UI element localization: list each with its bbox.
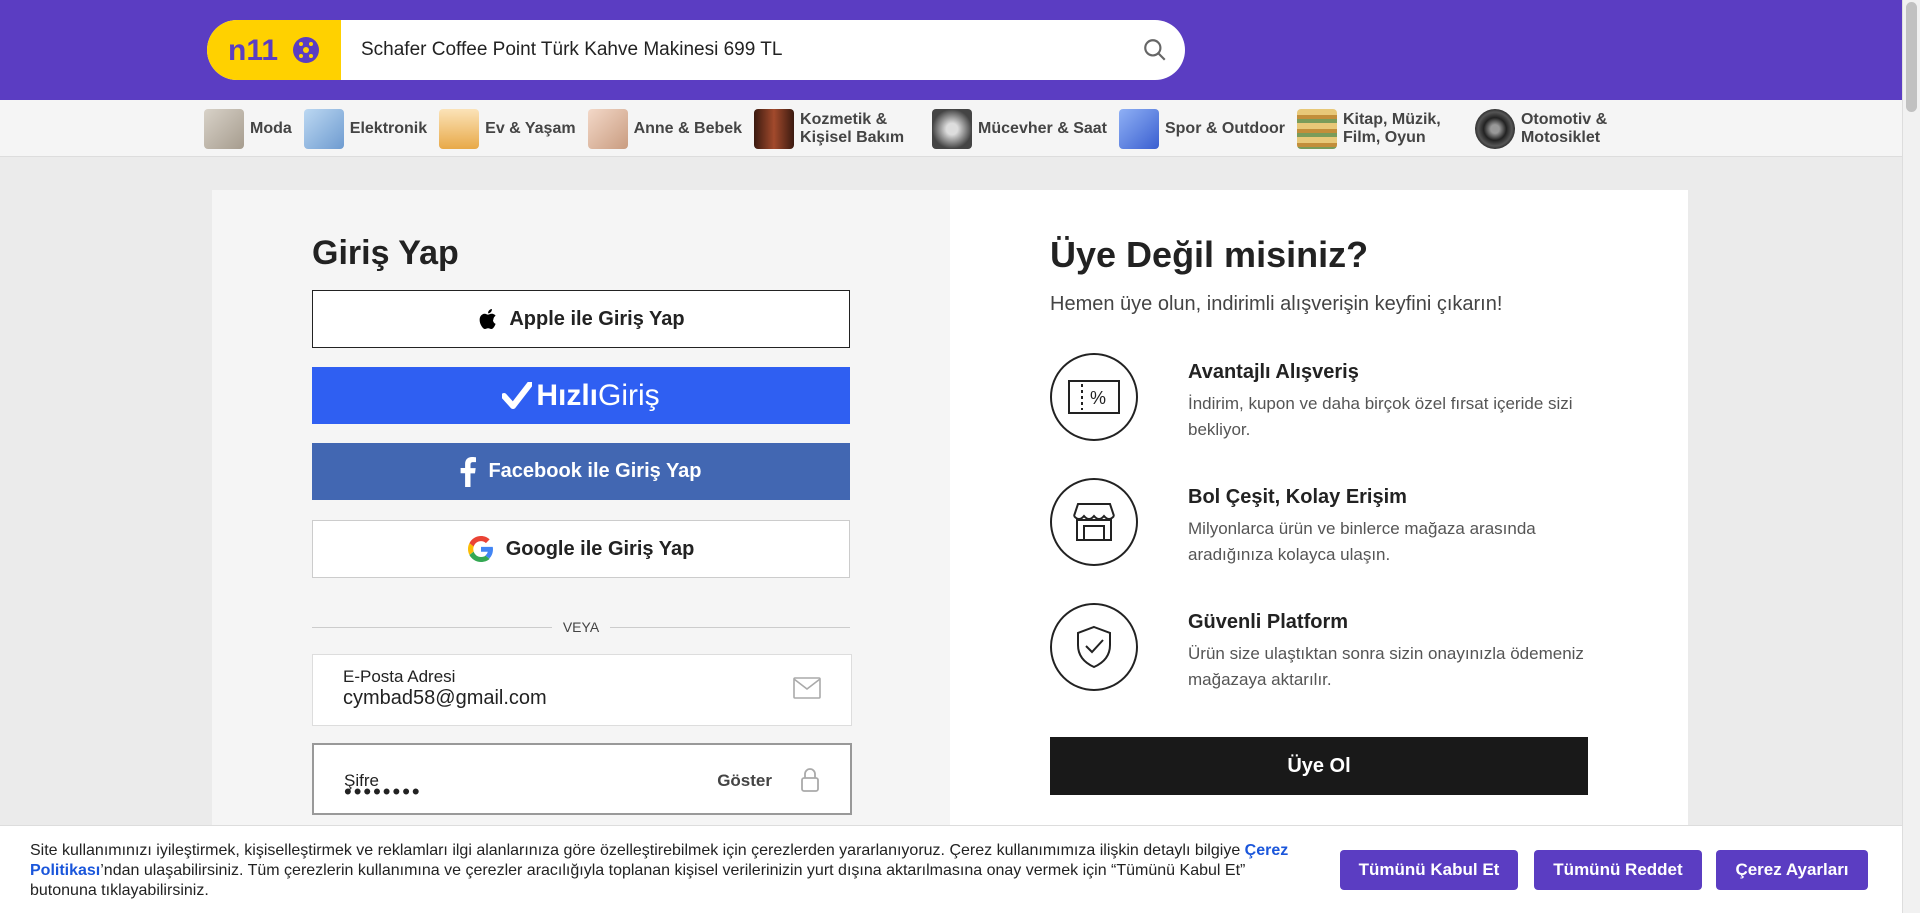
scrollbar-thumb[interactable]: [1906, 2, 1917, 112]
apple-login-button[interactable]: Apple ile Giriş Yap: [312, 290, 850, 348]
lock-icon: [800, 767, 820, 798]
benefit-description: İndirim, kupon ve daha birçok özel fırsa…: [1188, 394, 1573, 439]
page-scrollbar[interactable]: [1902, 0, 1920, 913]
benefit-item: Güvenli Platform Ürün size ulaştıktan so…: [1050, 603, 1610, 693]
or-divider: VEYA: [312, 617, 850, 637]
svg-text:%: %: [1090, 388, 1106, 408]
divider-line-right: [610, 627, 850, 628]
register-panel: Üye Değil misiniz? Hemen üye olun, indir…: [950, 190, 1688, 913]
benefit-title: Bol Çeşit, Kolay Erişim: [1188, 486, 1407, 508]
login-title: Giriş Yap: [312, 234, 459, 272]
apple-login-label: Apple ile Giriş Yap: [509, 307, 685, 330]
benefit-item: Bol Çeşit, Kolay Erişim Milyonlarca ürün…: [1050, 478, 1610, 568]
category-label: Elektronik: [349, 119, 428, 137]
category-item-moda[interactable]: Moda: [204, 108, 292, 149]
category-item-spor-outdoor[interactable]: Spor & Outdoor: [1118, 108, 1285, 149]
discount-ticket-icon: %: [1050, 353, 1138, 441]
n11-logo[interactable]: n11: [207, 20, 341, 80]
category-label: Anne & Bebek: [633, 119, 743, 137]
category-item-otomotiv[interactable]: Otomotiv & Motosiklet: [1474, 108, 1641, 149]
checkmark-icon: [502, 381, 533, 410]
category-label: Ev & Yaşam: [485, 119, 576, 137]
category-item-elektronik[interactable]: Elektronik: [303, 108, 428, 149]
apple-icon: [477, 307, 497, 331]
category-thumb-moda: [204, 108, 244, 149]
category-nav: Moda Elektronik Ev & Yaşam Anne & Bebek …: [0, 100, 1902, 157]
n11-logo-icon: n11: [228, 34, 319, 67]
category-item-kitap-muzik[interactable]: Kitap, Müzik, Film, Oyun: [1296, 108, 1463, 149]
facebook-icon: [460, 456, 477, 487]
category-thumb-mucevher-saat: [932, 108, 973, 149]
site-header: n11: [0, 0, 1920, 100]
password-field: Şifre •••••••• Göster: [312, 743, 852, 815]
google-login-label: Google ile Giriş Yap: [505, 537, 695, 560]
benefit-title: Güvenli Platform: [1188, 611, 1349, 633]
category-thumb-elektronik: [303, 108, 344, 149]
category-thumb-anne-bebek: [587, 108, 628, 149]
email-label: E-Posta Adresi: [343, 667, 456, 686]
benefit-description: Milyonlarca ürün ve binlerce mağaza aras…: [1188, 519, 1536, 564]
store-icon: [1050, 478, 1138, 566]
category-label: Spor & Outdoor: [1164, 119, 1285, 137]
facebook-login-label: Facebook ile Giriş Yap: [488, 460, 702, 482]
google-icon: [467, 536, 494, 562]
category-label: Moda: [250, 119, 292, 137]
search-input[interactable]: [341, 20, 1125, 80]
cookie-consent-bar: Site kullanımınızı iyileştirmek, kişisel…: [0, 825, 1902, 913]
cookie-text-after: ’ndan ulaşabilirsiniz. Tüm çerezlerin ku…: [30, 862, 1246, 899]
show-password-button[interactable]: Göster: [717, 771, 772, 791]
category-label: Mücevher & Saat: [978, 119, 1107, 137]
cookie-settings-button[interactable]: Çerez Ayarları: [1716, 850, 1868, 890]
hizli-giris-bold: Hızlı: [536, 378, 598, 412]
category-label: Kitap, Müzik, Film, Oyun: [1342, 110, 1441, 146]
search-bar: n11: [207, 20, 1185, 80]
email-input[interactable]: [343, 687, 743, 710]
password-input[interactable]: ••••••••: [344, 779, 744, 805]
accept-all-cookies-button[interactable]: Tümünü Kabul Et: [1340, 850, 1518, 890]
benefit-description: Ürün size ulaştıktan sonra sizin onayını…: [1188, 644, 1584, 689]
benefit-item: % Avantajlı Alışveriş İndirim, kupon ve …: [1050, 353, 1610, 443]
category-thumb-kozmetik: [754, 108, 795, 149]
category-item-kozmetik[interactable]: Kozmetik & Kişisel Bakım: [754, 108, 920, 149]
facebook-login-button[interactable]: Facebook ile Giriş Yap: [312, 443, 850, 500]
register-subtitle: Hemen üye olun, indirimli alışverişin ke…: [1050, 293, 1503, 315]
cookie-text-before: Site kullanımınızı iyileştirmek, kişisel…: [30, 842, 1245, 859]
register-button[interactable]: Üye Ol: [1050, 737, 1588, 795]
category-label: Otomotiv & Motosiklet: [1520, 110, 1608, 146]
google-login-button[interactable]: Google ile Giriş Yap: [312, 520, 850, 578]
email-field: E-Posta Adresi: [312, 654, 852, 726]
category-thumb-otomotiv: [1474, 108, 1515, 149]
login-panel: Giriş Yap Apple ile Giriş Yap Hızlı Giri…: [212, 190, 950, 913]
reject-all-cookies-button[interactable]: Tümünü Reddet: [1534, 850, 1702, 890]
category-thumb-spor-outdoor: [1118, 108, 1159, 149]
search-icon[interactable]: [1125, 20, 1185, 80]
category-item-ev-yasam[interactable]: Ev & Yaşam: [439, 108, 576, 149]
hizli-giris-light: Giriş: [598, 378, 660, 412]
cookie-text: Site kullanımınızı iyileştirmek, kişisel…: [30, 841, 1310, 901]
shield-check-icon: [1050, 603, 1138, 691]
envelope-icon: [793, 677, 821, 704]
logo-text: n11: [228, 34, 278, 67]
category-list: Moda Elektronik Ev & Yaşam Anne & Bebek …: [204, 100, 1653, 157]
category-label: Kozmetik & Kişisel Bakım: [800, 110, 905, 146]
hizli-giris-button[interactable]: Hızlı Giriş: [312, 367, 850, 424]
category-thumb-kitap-muzik: [1296, 108, 1337, 149]
register-title: Üye Değil misiniz?: [1050, 234, 1369, 275]
category-item-mucevher-saat[interactable]: Mücevher & Saat: [932, 108, 1107, 149]
benefit-title: Avantajlı Alışveriş: [1188, 361, 1359, 383]
category-thumb-ev-yasam: [439, 108, 480, 149]
category-item-anne-bebek[interactable]: Anne & Bebek: [587, 108, 743, 149]
